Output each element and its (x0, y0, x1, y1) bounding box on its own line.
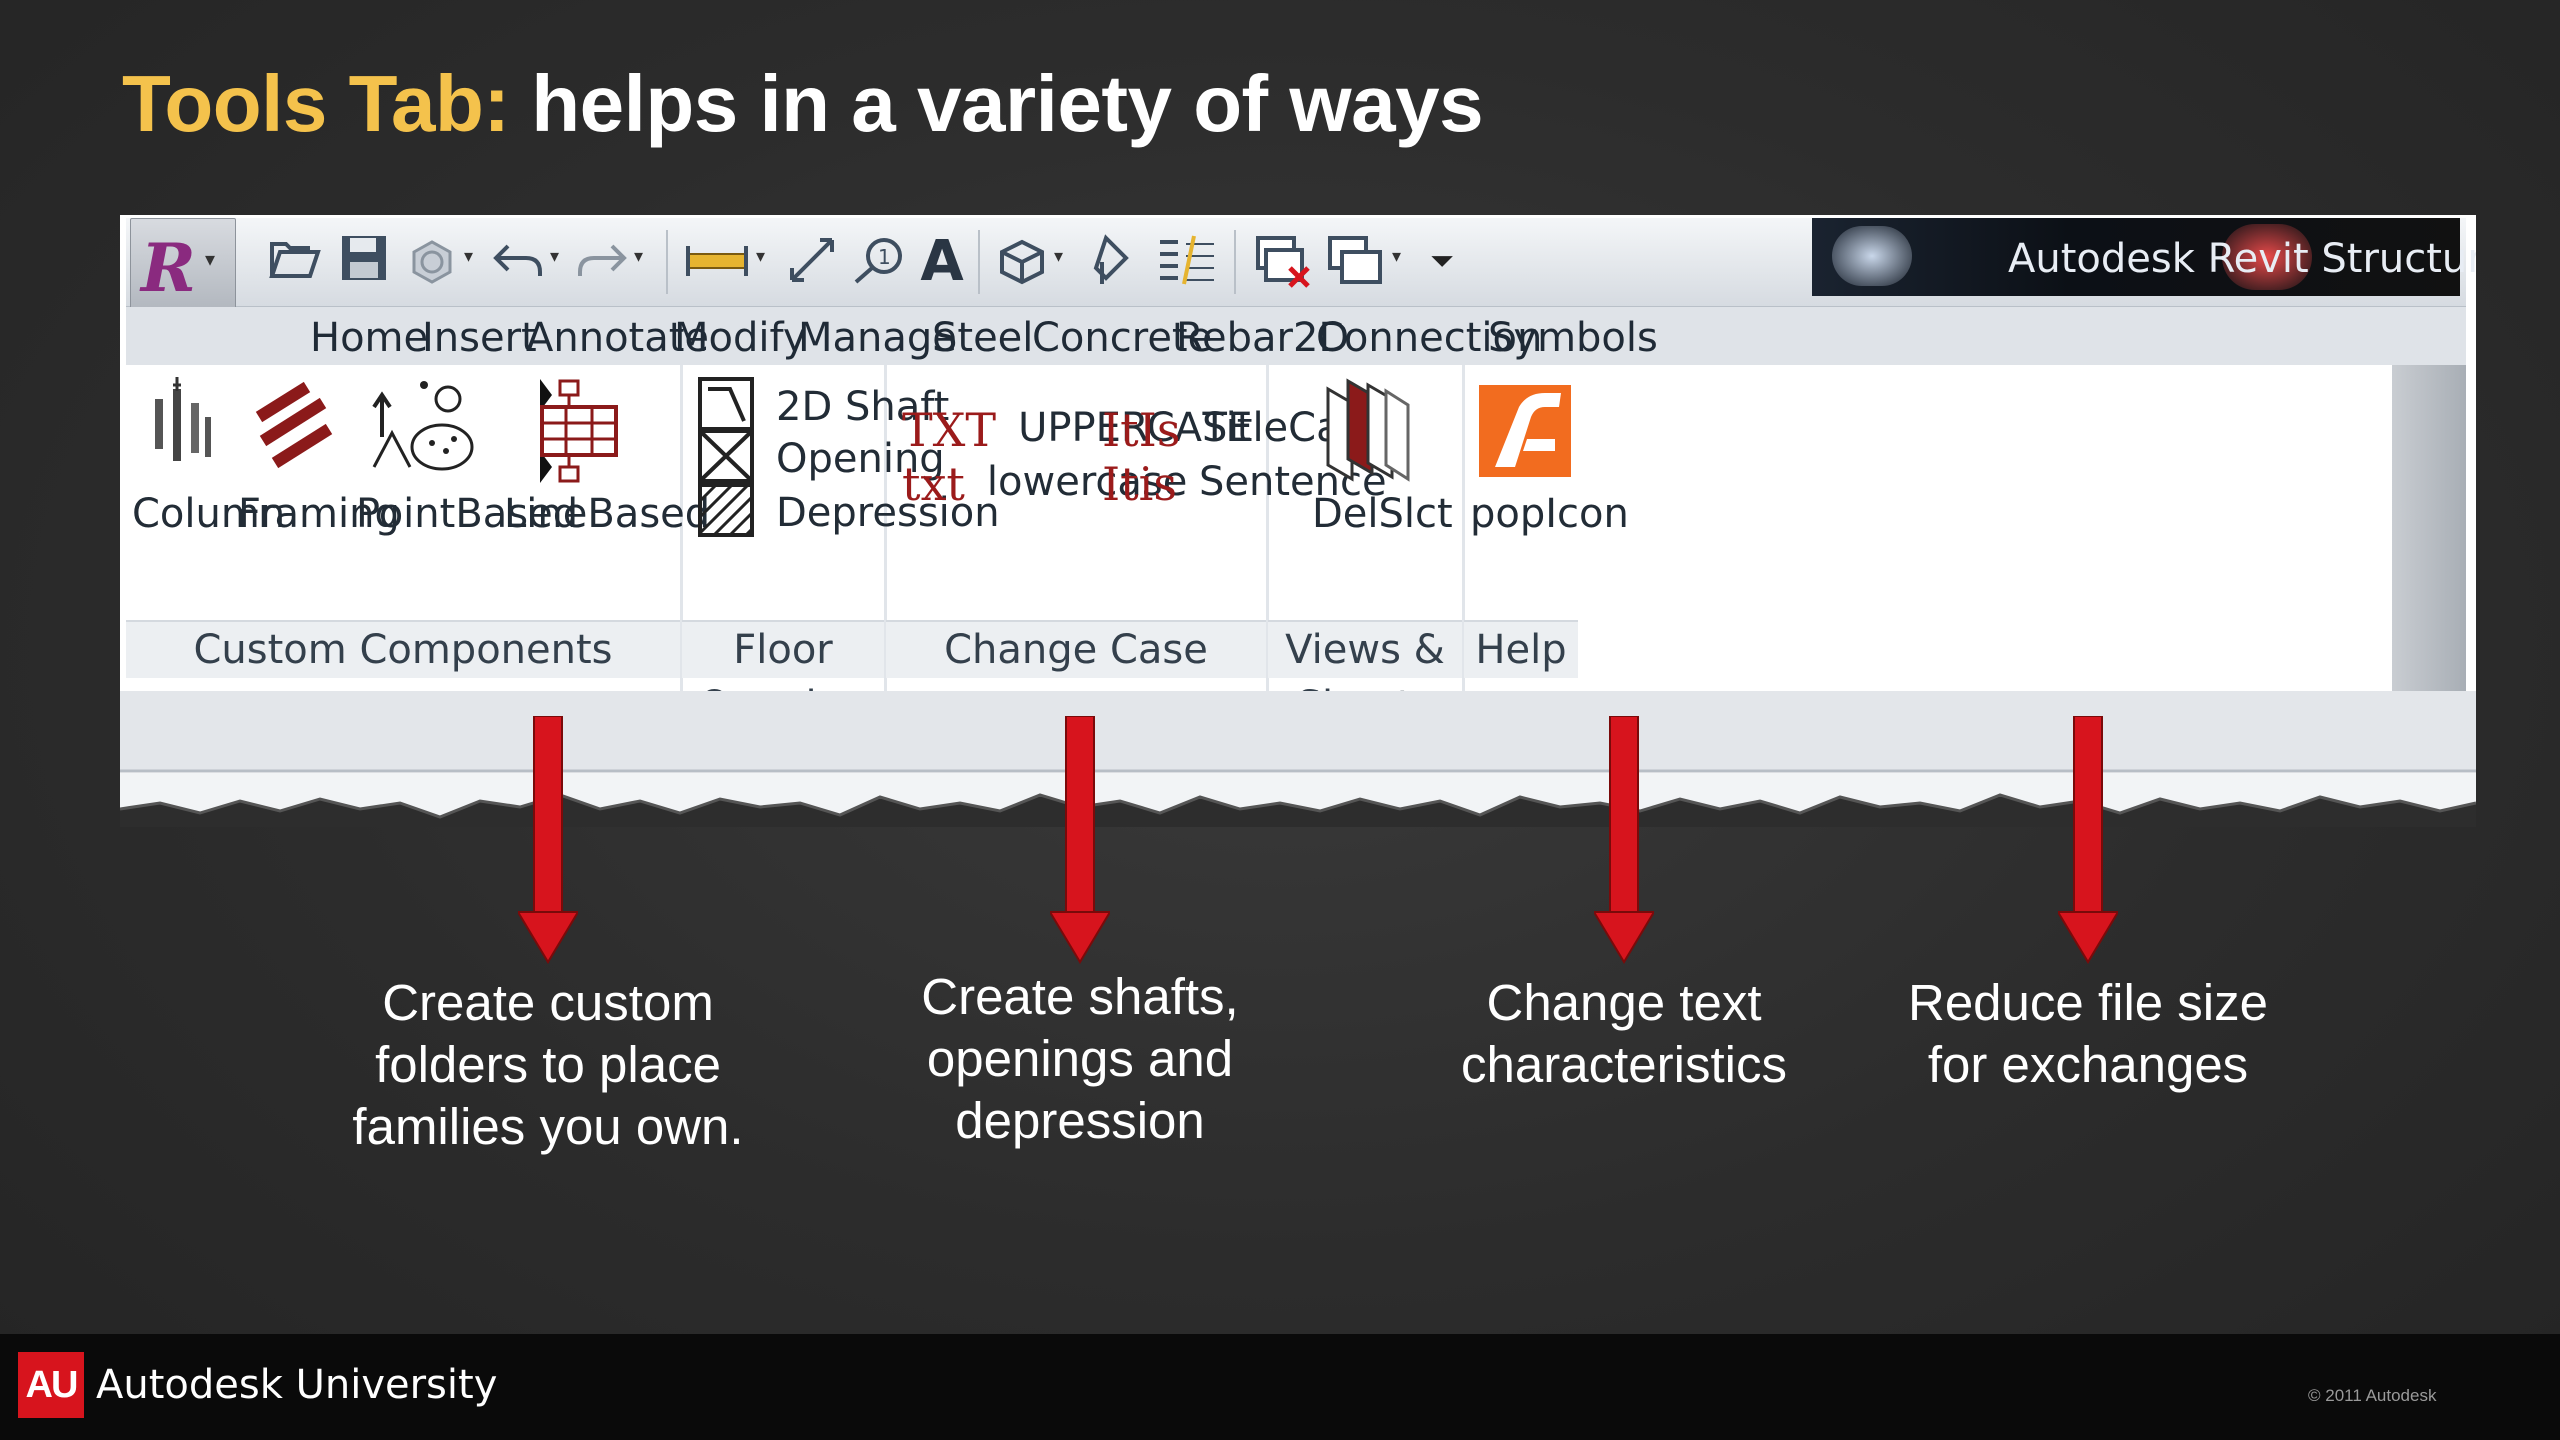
tag-icon[interactable]: 1 (848, 232, 908, 292)
sentence-icon: Itis (1102, 457, 1177, 511)
linebased-button[interactable]: LineBased (504, 377, 711, 537)
tab-symbols[interactable]: Symbols (1488, 315, 1658, 361)
caption-line: depression (955, 1092, 1205, 1149)
panel-title-change-case[interactable]: Change Case (886, 620, 1266, 678)
slide-title-rest: helps in a variety of ways (531, 59, 1484, 148)
section-icon[interactable] (1080, 232, 1140, 292)
pointbased-button[interactable]: PointBased (356, 377, 579, 537)
redo-dropdown-icon[interactable]: ▾ (634, 246, 643, 267)
panel-title-help[interactable]: Help (1464, 620, 1578, 678)
footer-brand: Autodesk University (96, 1362, 498, 1408)
torn-edge-decoration (120, 691, 2476, 827)
redo-icon[interactable] (572, 232, 632, 292)
window-title: Autodesk Revit Structure (2008, 236, 2476, 282)
pointbased-label: PointBased (356, 491, 579, 537)
tab-steel[interactable]: Steel (932, 315, 1033, 361)
sync-dropdown-icon[interactable]: ▾ (464, 246, 473, 267)
caption-line: Reduce file size (1907, 974, 2268, 1031)
pointbased-icon (356, 377, 496, 489)
save-icon[interactable] (334, 232, 394, 292)
delslct-button[interactable]: DelSlct (1312, 377, 1453, 537)
qat-separator (666, 230, 668, 294)
caption-custom-components: Create custom folders to place families … (268, 972, 828, 1158)
delslct-icon (1312, 377, 1422, 489)
open-icon[interactable] (266, 232, 326, 292)
depression-icon (698, 483, 754, 547)
caption-line: families you own. (352, 1098, 744, 1155)
dimension-icon[interactable] (782, 232, 842, 292)
column-label: Column (132, 491, 286, 537)
slide-title: Tools Tab: helps in a variety of ways (122, 58, 1484, 150)
titlebar-glow (1832, 226, 1912, 286)
caption-line: Create shafts, (921, 968, 1239, 1025)
arrow-down-icon (1594, 716, 1654, 964)
undo-dropdown-icon[interactable]: ▾ (550, 246, 559, 267)
tab-modify[interactable]: Modify (674, 315, 807, 361)
measure-dropdown-icon[interactable]: ▾ (756, 246, 765, 267)
window-title-bar: Autodesk Revit Structure (1812, 218, 2476, 296)
uppercase-icon: TXT (902, 403, 997, 457)
switch-windows-dropdown-icon[interactable]: ▾ (1392, 246, 1401, 267)
3d-view-icon[interactable] (992, 232, 1052, 292)
column-button[interactable]: Column (132, 377, 286, 537)
panel-title-custom-components[interactable]: Custom Components (126, 620, 680, 678)
copyright-notice: © 2011 Autodesk (2308, 1386, 2437, 1405)
ribbon-screenshot: R ▾ s ▾ ▾ ▾ ▾ (120, 215, 2476, 827)
linebased-icon (504, 377, 634, 489)
revit-logo-icon: R (141, 229, 196, 307)
tab-home[interactable]: Home (310, 315, 428, 361)
close-windows-icon[interactable] (1250, 232, 1316, 292)
titlecase-icon: ItIs (1102, 403, 1181, 457)
3d-view-dropdown-icon[interactable]: ▾ (1054, 246, 1063, 267)
quick-access-toolbar: R ▾ s ▾ ▾ ▾ ▾ (126, 218, 2476, 332)
au-logo: AU (18, 1352, 84, 1418)
column-icon (132, 377, 232, 489)
linebased-label: LineBased (504, 491, 711, 537)
popicon-icon (1470, 377, 1580, 489)
caption-views-sheets: Reduce file size for exchanges (1808, 972, 2368, 1096)
arrow-down-icon (518, 716, 578, 964)
caption-line: openings and (926, 1030, 1234, 1087)
framing-icon (238, 377, 348, 489)
qat-separator (1234, 230, 1236, 294)
panel-title-views-sheets[interactable]: Views & Sheets (1268, 620, 1462, 729)
delslct-label: DelSlct (1312, 491, 1453, 537)
caption-line: Create custom (382, 974, 714, 1031)
ribbon-panels: Column Framing PointBased LineBased Cust… (126, 365, 2466, 729)
app-menu-caret: ▾ (205, 247, 216, 271)
thin-lines-icon[interactable] (1152, 232, 1222, 292)
arrow-down-icon (1050, 716, 1110, 964)
panel-title-floor-opening[interactable]: Floor Opening (682, 620, 884, 729)
customize-icon[interactable]: ⏷ (1422, 232, 1462, 292)
ribbon-tab-row: Home Insert Annotate Modify Manage Steel… (126, 307, 2466, 365)
ribbon-scroll-area (2392, 365, 2466, 695)
sync-icon[interactable] (402, 232, 462, 292)
lowercase-icon: txt (902, 457, 965, 511)
slide-title-accent: Tools Tab: (122, 59, 510, 148)
svg-text:1: 1 (878, 245, 891, 269)
tab-insert[interactable]: Insert (422, 315, 537, 361)
qat-separator (978, 230, 980, 294)
caption-line: for exchanges (1927, 1036, 2249, 1093)
measure-icon[interactable] (682, 232, 752, 292)
caption-floor-opening: Create shafts, openings and depression (800, 966, 1360, 1152)
framing-label: Framing (238, 491, 400, 537)
switch-windows-icon[interactable] (1322, 232, 1388, 292)
slide-footer: AU Autodesk University © 2011 Autodesk (0, 1334, 2560, 1440)
popicon-button[interactable]: popIcon (1470, 377, 1629, 537)
caption-line: folders to place (375, 1036, 721, 1093)
arrow-down-icon (2058, 716, 2118, 964)
framing-button[interactable]: Framing (238, 377, 400, 537)
undo-icon[interactable] (488, 232, 548, 292)
popicon-label: popIcon (1470, 491, 1629, 537)
text-icon[interactable]: A (912, 232, 972, 292)
